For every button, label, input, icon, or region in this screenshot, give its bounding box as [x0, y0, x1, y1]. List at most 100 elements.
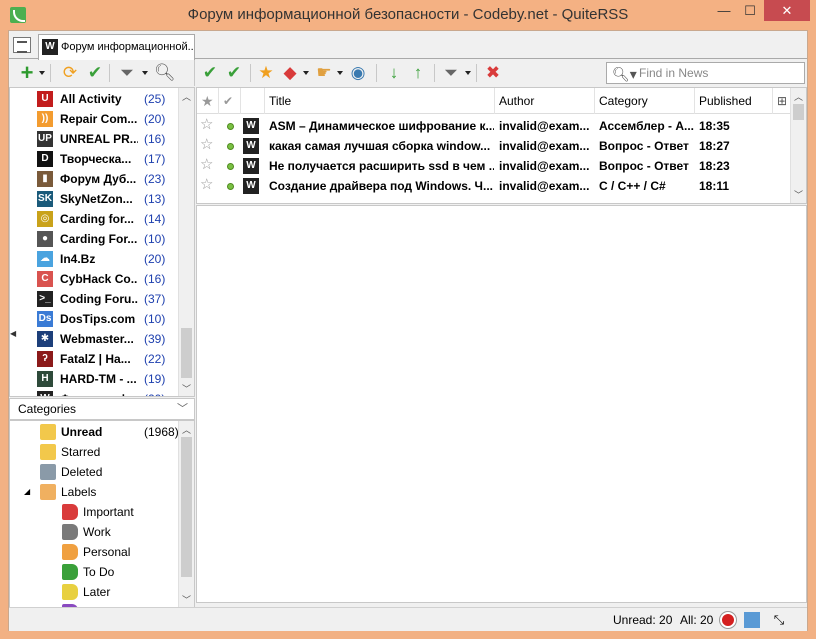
feed-item[interactable]: ● Carding For... (10) — [10, 229, 180, 249]
news-row[interactable]: ☆ W Не получается расширить ssd в чем ... i… — [197, 156, 793, 176]
search-icon[interactable]: 🔍︎ — [154, 63, 176, 83]
scroll-up-icon[interactable]: ︿ — [794, 90, 803, 103]
news-published: 18:27 — [699, 139, 730, 153]
chevron-down-icon[interactable] — [303, 71, 309, 75]
carding-icon: ◎ — [37, 211, 53, 227]
read-column-icon[interactable]: ✔ — [219, 88, 241, 114]
news-row[interactable]: ☆ Wкакая самая лучшая сборка window... inv… — [197, 136, 793, 156]
filter-icon[interactable]: ⏷ — [117, 63, 137, 83]
mark-read-icon[interactable]: ✔ — [200, 63, 220, 83]
open-browser-icon[interactable]: ◉ — [348, 63, 368, 83]
column-category[interactable]: Category — [595, 88, 695, 114]
share-icon[interactable]: ☛ — [314, 63, 334, 83]
feeds-scrollbar[interactable]: ︿ ﹀ — [178, 88, 194, 396]
feed-item[interactable]: UP UNREAL PR... (16) — [10, 129, 180, 149]
chevron-down-icon[interactable] — [142, 71, 148, 75]
previous-icon[interactable]: ↑ — [408, 63, 428, 83]
categories-header[interactable]: Categories ﹀ — [9, 398, 195, 420]
label-icon[interactable]: ◆ — [280, 63, 300, 83]
feed-item[interactable]: Ds DosTips.com (10) — [10, 309, 180, 329]
feed-item[interactable]: )) Repair Com... (20) — [10, 109, 180, 129]
feed-item[interactable]: ☁ In4.Bz (20) — [10, 249, 180, 269]
chevron-down-icon[interactable] — [337, 71, 343, 75]
unread-dot-icon[interactable] — [227, 183, 234, 190]
expand-icon[interactable]: ◢ — [24, 482, 30, 502]
fullscreen-icon[interactable]: ⤡ — [771, 612, 787, 628]
feed-column[interactable] — [241, 88, 265, 114]
star-icon[interactable]: ☆ — [200, 175, 213, 195]
news-row[interactable]: ☆ W ASM – Динамическое шифрование к... inva… — [197, 116, 793, 136]
opera-icon[interactable] — [720, 612, 736, 628]
unread-dot-icon[interactable] — [227, 123, 234, 130]
collapse-arrow-icon[interactable]: ◀ — [10, 329, 16, 338]
mark-read-icon[interactable]: ✔ — [85, 63, 105, 83]
star-column-icon[interactable]: ★ — [197, 88, 219, 114]
star-icon[interactable]: ★ — [256, 63, 276, 83]
scroll-down-icon[interactable]: ﹀ — [182, 593, 191, 606]
tab-feed[interactable]: W Форум информационной... — [38, 34, 195, 60]
news-title: Не получается расширить ssd в чем ... — [269, 159, 494, 173]
category-item[interactable]: Personal — [10, 542, 180, 562]
category-item[interactable]: Important — [10, 502, 180, 522]
content-browser[interactable] — [196, 205, 807, 603]
feed-item[interactable]: ◎ Carding for... (14) — [10, 209, 180, 229]
column-author[interactable]: Author — [495, 88, 595, 114]
scroll-up-icon[interactable]: ︿ — [182, 423, 191, 436]
add-feed-icon[interactable]: + — [17, 62, 37, 84]
feed-item[interactable]: C CybHack Co... (16) — [10, 269, 180, 289]
feed-item[interactable]: W Форум инф... (20) — [10, 389, 180, 396]
chevron-down-icon[interactable]: ﹀ — [177, 399, 188, 419]
column-published[interactable]: Published — [695, 88, 773, 114]
title-bar[interactable]: Форум информационной безопасности - Code… — [0, 0, 816, 30]
category-item[interactable]: Later — [10, 582, 180, 602]
feed-count: (13) — [144, 192, 166, 206]
star-icon[interactable]: ☆ — [200, 135, 213, 155]
maximize-button[interactable]: ☐ — [737, 0, 763, 21]
feed-item[interactable]: U All Activity (25) — [10, 89, 180, 109]
scroll-thumb[interactable] — [181, 328, 192, 378]
next-icon[interactable]: ↓ — [384, 63, 404, 83]
feed-item[interactable]: H HARD-TM - ... (19) — [10, 369, 180, 389]
categories-tree[interactable]: Unread (1968) Starred Deleted ◢ Labels Importa… — [9, 420, 195, 609]
unread-dot-icon[interactable] — [227, 143, 234, 150]
chevron-down-icon[interactable] — [39, 71, 45, 75]
feed-item[interactable]: ✱ Webmaster... (39) — [10, 329, 180, 349]
client-area: W Форум информационной... + ⟳ ✔ ⏷ 🔍︎ ✔ ✔… — [8, 30, 808, 631]
close-button[interactable]: ✕ — [764, 0, 810, 21]
feeds-tree[interactable]: U All Activity (25))) Repair Com... (20) UP UN… — [9, 87, 195, 397]
scroll-thumb[interactable] — [793, 104, 804, 120]
chevron-down-icon[interactable] — [465, 71, 471, 75]
feed-item[interactable]: SK SkyNetZon... (13) — [10, 189, 180, 209]
feed-item[interactable]: ʔ FatalZ | Ha... (22) — [10, 349, 180, 369]
category-item[interactable]: Work — [10, 522, 180, 542]
category-item[interactable]: To Do — [10, 562, 180, 582]
scroll-up-icon[interactable]: ︿ — [182, 90, 191, 103]
star-icon[interactable]: ☆ — [200, 155, 213, 175]
category-item[interactable]: Unread (1968) — [10, 422, 180, 442]
column-title[interactable]: Title — [265, 88, 495, 114]
news-scrollbar[interactable]: ︿ ﹀ — [790, 88, 806, 203]
categories-scrollbar[interactable]: ︿ ﹀ — [178, 421, 194, 608]
category-item[interactable]: Starred — [10, 442, 180, 462]
mark-all-read-icon[interactable]: ✔ — [224, 63, 244, 83]
star-icon[interactable]: ☆ — [200, 115, 213, 135]
filter-icon[interactable]: ⏷ — [441, 63, 461, 83]
panel-toggle-icon[interactable] — [13, 37, 31, 53]
update-feeds-icon[interactable]: ⟳ — [60, 63, 80, 83]
scroll-down-icon[interactable]: ﹀ — [794, 188, 803, 201]
feed-item[interactable]: >_ Coding Foru... (37) — [10, 289, 180, 309]
feed-item[interactable]: D Творческа... (17) — [10, 149, 180, 169]
search-input[interactable]: 🔍︎▾ Find in News — [606, 62, 805, 84]
news-row[interactable]: ☆ W Создание драйвера под Windows. Ч... inv… — [197, 176, 793, 196]
delete-icon[interactable]: ✖ — [483, 63, 503, 83]
scroll-thumb[interactable] — [181, 437, 192, 577]
feed-item[interactable]: ▮ Форум Дуб... (23) — [10, 169, 180, 189]
news-list[interactable]: ★ ✔ Title Author Category Published ⊞ ☆ W… — [196, 87, 807, 204]
windows-icon[interactable] — [744, 612, 760, 628]
unread-dot-icon[interactable] — [227, 163, 234, 170]
category-item[interactable]: ◢ Labels — [10, 482, 180, 502]
scroll-down-icon[interactable]: ﹀ — [182, 382, 191, 395]
categories-title: Categories — [18, 402, 77, 416]
category-item[interactable]: Deleted — [10, 462, 180, 482]
minimize-button[interactable]: — — [711, 0, 737, 21]
